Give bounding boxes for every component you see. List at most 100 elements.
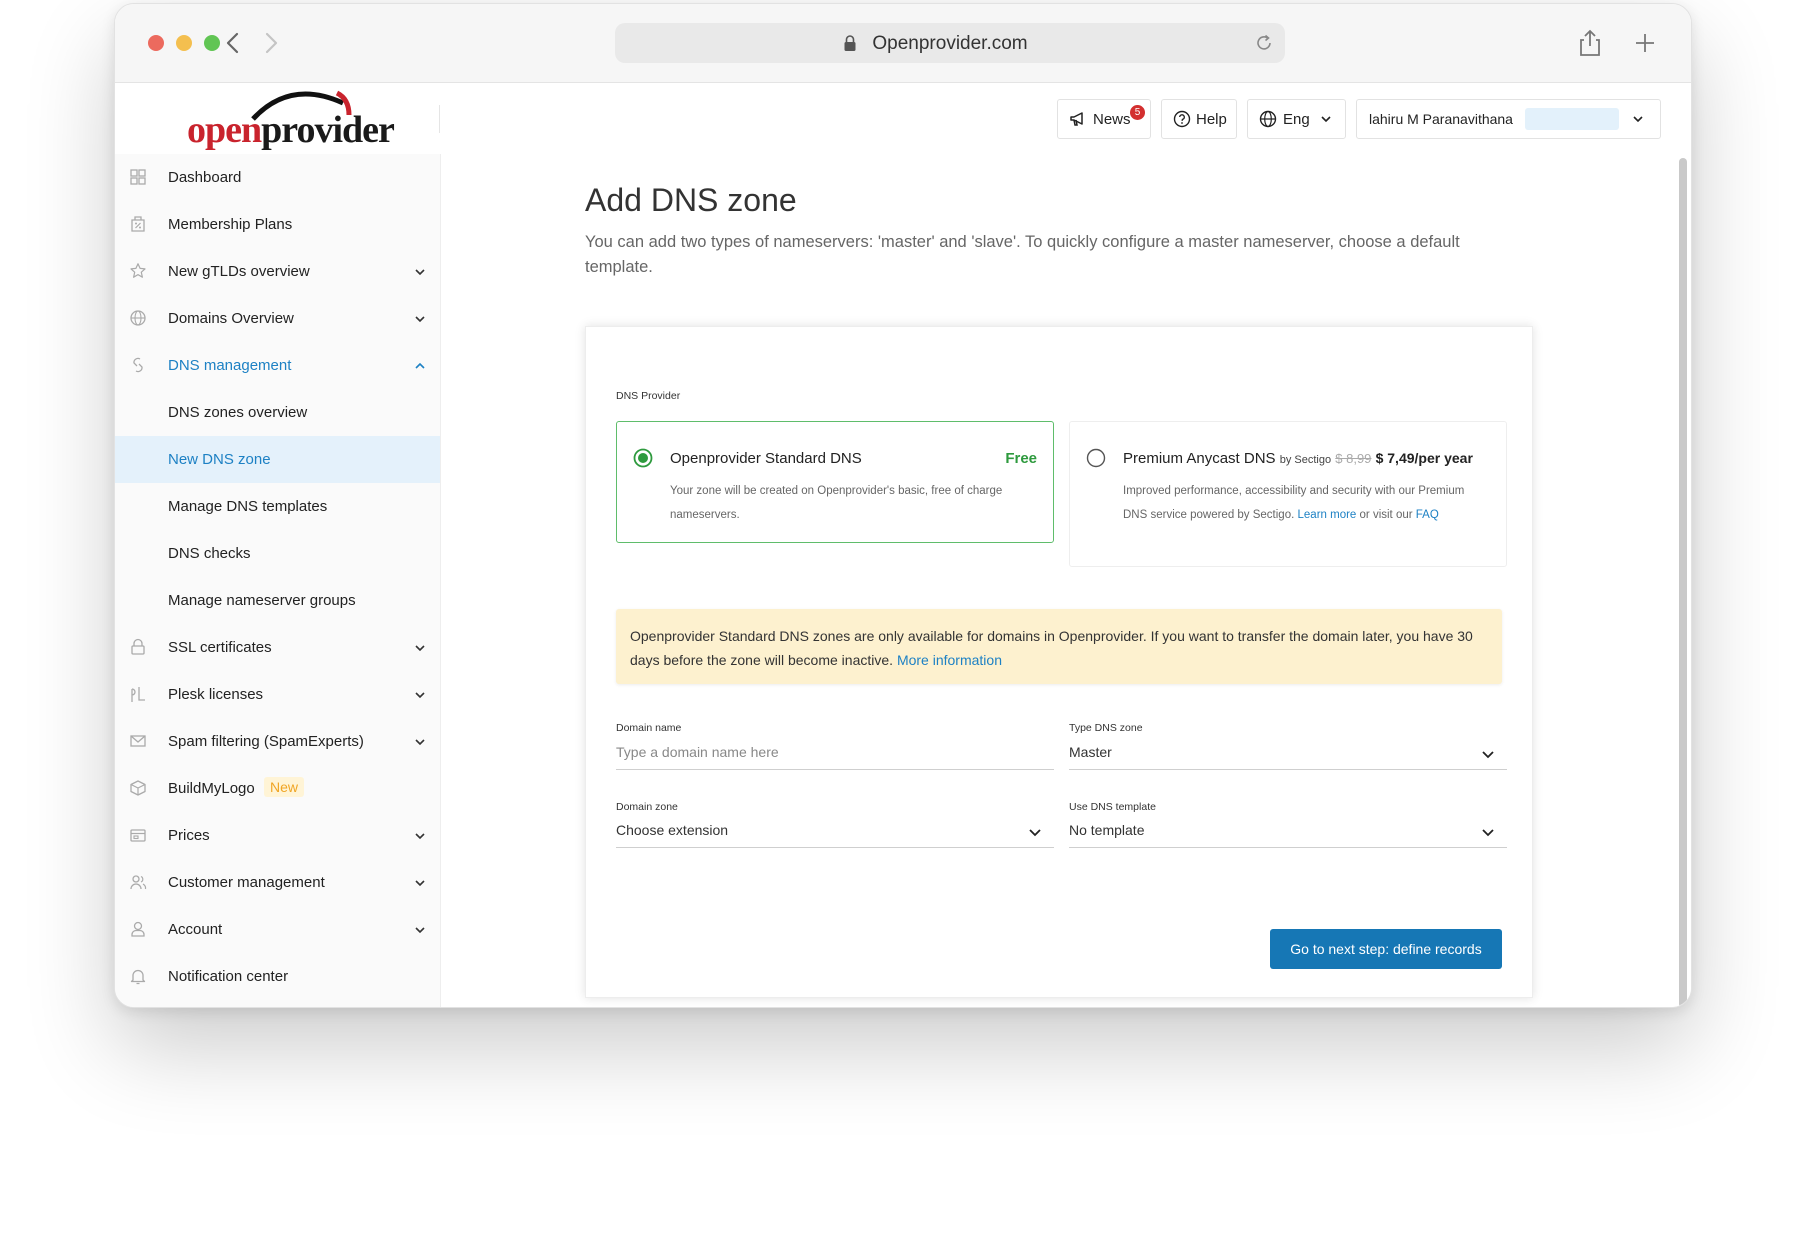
standard-dns-title: Openprovider Standard DNS [670, 450, 862, 467]
reload-icon[interactable] [1253, 32, 1275, 54]
sidebar-item-label: Spam filtering (SpamExperts) [168, 733, 364, 750]
globe-icon [130, 310, 146, 326]
dns-icon [133, 357, 143, 373]
more-information-link[interactable]: More information [897, 652, 1002, 668]
sidebar-item-dns-management[interactable]: DNS management [115, 342, 440, 389]
sidebar-item-spam-filtering[interactable]: Spam filtering (SpamExperts) [115, 718, 440, 765]
sidebar-item-label: Membership Plans [168, 216, 293, 233]
sidebar-item-prices[interactable]: Prices [115, 812, 440, 859]
premium-dns-title: Premium Anycast DNS [1123, 450, 1276, 467]
chevron-down-icon [415, 316, 425, 323]
chevron-down-icon [1482, 751, 1494, 759]
learn-more-link[interactable]: Learn more [1298, 509, 1357, 521]
premium-dns-description: Improved performance, accessibility and … [1123, 479, 1483, 527]
sidebar-item-label: New gTLDs overview [168, 263, 310, 280]
address-bar[interactable]: Openprovider.com [615, 23, 1285, 63]
sidebar-item-account[interactable]: Account [115, 906, 440, 953]
add-dns-zone-form: DNS Provider Openprovider Standard DNS F… [585, 326, 1533, 998]
sidebar-item-ssl-certificates[interactable]: SSL certificates [115, 624, 440, 671]
sidebar-item-plesk-licenses[interactable]: Plesk licenses [115, 671, 440, 718]
scrollbar[interactable] [1679, 158, 1687, 1007]
type-dns-zone-select[interactable]: Master [1069, 721, 1507, 770]
premium-dns-vendor: by Sectigo [1279, 454, 1332, 466]
chevron-down-icon [415, 739, 425, 746]
sidebar-item-manage-dns-templates[interactable]: Manage DNS templates [115, 483, 440, 530]
logo-text-provider: provider [261, 109, 395, 151]
warning-text: Openprovider Standard DNS zones are only… [630, 628, 1473, 668]
news-label: News [1093, 110, 1131, 128]
type-dns-zone-value: Master [1069, 744, 1112, 760]
sidebar-item-membership-plans[interactable]: Membership Plans [115, 201, 440, 248]
sidebar-item-label: Domains Overview [168, 310, 294, 327]
openprovider-logo[interactable]: openprovider [187, 85, 395, 151]
user-id-pill [1524, 108, 1619, 130]
forward-icon[interactable] [257, 28, 285, 58]
star-icon [130, 263, 146, 278]
radio-selected-icon[interactable] [633, 448, 653, 468]
standard-dns-description: Your zone will be created on Openprovide… [670, 485, 1003, 521]
news-button[interactable]: News 5 [1057, 99, 1151, 139]
browser-window: Openprovider.com openprovider News 5 Hel… [114, 3, 1692, 1008]
domain-zone-value: Choose extension [616, 822, 729, 838]
sidebar-item-label: Plesk licenses [168, 686, 264, 703]
sidebar-item-label: BuildMyLogo [168, 780, 255, 797]
membership-icon [131, 216, 145, 232]
sidebar-item-nameserver-groups[interactable]: Manage nameserver groups [115, 577, 440, 624]
dashboard-icon [130, 169, 146, 185]
radio-unselected-icon[interactable] [1086, 448, 1106, 468]
sidebar-item-dashboard[interactable]: Dashboard [115, 154, 440, 201]
domain-name-input[interactable]: Type a domain name here [616, 721, 1054, 770]
new-tab-icon[interactable] [1630, 28, 1660, 58]
domain-name-placeholder: Type a domain name here [616, 744, 779, 760]
chevron-down-icon [415, 833, 425, 840]
warning-notice: Openprovider Standard DNS zones are only… [616, 609, 1502, 684]
standard-dns-price: Free [1005, 450, 1037, 467]
sidebar-item-dns-zones-overview[interactable]: DNS zones overview [115, 389, 440, 436]
minimize-window-button[interactable] [176, 35, 192, 51]
header-divider [439, 105, 440, 133]
dns-provider-label: DNS Provider [616, 390, 681, 402]
chevron-down-icon [1321, 116, 1331, 123]
box-icon [130, 780, 146, 796]
sidebar-item-new-gtlds[interactable]: New gTLDs overview [115, 248, 440, 295]
help-label: Help [1196, 110, 1227, 128]
premium-dns-old-price: $ 8,99 [1335, 451, 1372, 466]
chevron-down-icon [1029, 829, 1041, 837]
faq-link[interactable]: FAQ [1416, 509, 1439, 521]
share-icon[interactable] [1575, 28, 1605, 58]
premium-dns-title-row: Premium Anycast DNS by Sectigo $ 8,99 $ … [1123, 450, 1473, 467]
sidebar-item-domains-overview[interactable]: Domains Overview [115, 295, 440, 342]
customers-icon [130, 875, 147, 890]
standard-dns-option[interactable]: Openprovider Standard DNS Free Your zone… [616, 421, 1054, 543]
close-window-button[interactable] [148, 35, 164, 51]
chevron-down-icon [415, 692, 425, 699]
chevron-down-icon [415, 645, 425, 652]
dns-template-select[interactable]: No template [1069, 799, 1507, 848]
language-selector[interactable]: Eng [1247, 99, 1346, 139]
sidebar-item-label: Prices [168, 827, 210, 844]
sidebar-item-label: Account [168, 921, 223, 938]
sidebar-item-label: New DNS zone [168, 451, 271, 468]
megaphone-icon [1070, 112, 1083, 126]
maximize-window-button[interactable] [204, 35, 220, 51]
sidebar-item-new-dns-zone[interactable]: New DNS zone [115, 436, 440, 483]
bell-icon [130, 969, 146, 985]
browser-toolbar: Openprovider.com [115, 4, 1691, 83]
next-step-button[interactable]: Go to next step: define records [1270, 929, 1502, 969]
plesk-icon [131, 687, 145, 702]
sidebar-item-label: Manage nameserver groups [168, 592, 356, 609]
app-header: openprovider News 5 Help Eng lahiru M Pa… [115, 83, 1691, 153]
premium-dns-option[interactable]: Premium Anycast DNS by Sectigo $ 8,99 $ … [1069, 421, 1507, 567]
chevron-up-icon [415, 362, 425, 369]
sidebar-item-buildmylogo[interactable]: BuildMyLogo New [115, 765, 440, 812]
help-button[interactable]: Help [1161, 99, 1237, 139]
sidebar-item-label: Customer management [168, 874, 325, 891]
sidebar-item-label: DNS zones overview [168, 404, 308, 421]
sidebar-item-label: SSL certificates [168, 639, 272, 656]
sidebar-item-notification-center[interactable]: Notification center [115, 953, 440, 1000]
domain-zone-select[interactable]: Choose extension [616, 799, 1054, 848]
back-icon[interactable] [219, 28, 247, 58]
sidebar-item-customer-management[interactable]: Customer management [115, 859, 440, 906]
user-menu[interactable]: lahiru M Paranavithana [1356, 99, 1661, 139]
sidebar-item-dns-checks[interactable]: DNS checks [115, 530, 440, 577]
